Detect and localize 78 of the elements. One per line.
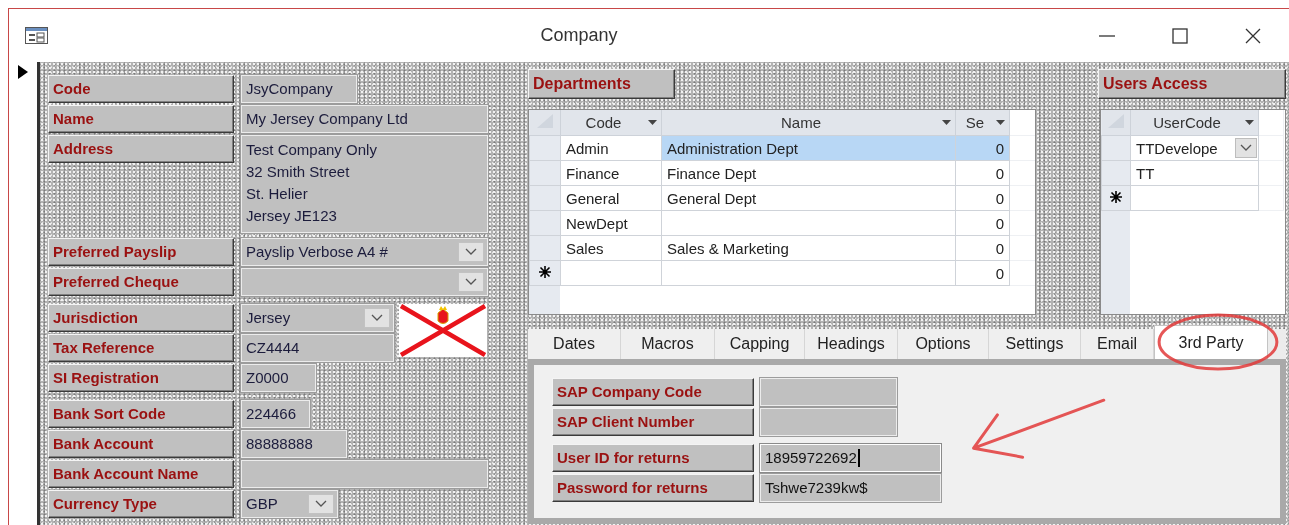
field-label: Name bbox=[48, 105, 234, 133]
text-field[interactable]: My Jersey Company Ltd bbox=[241, 105, 488, 133]
sort-caret-icon bbox=[648, 120, 657, 125]
chevron-down-icon bbox=[315, 500, 327, 508]
address-field[interactable]: Test Company Only 32 Smith Street St. Helier Jersey JE123 bbox=[241, 135, 488, 233]
column-header[interactable]: Name bbox=[661, 110, 956, 136]
field-label: Tax Reference bbox=[48, 334, 234, 362]
field-label: Bank Account bbox=[48, 430, 234, 458]
table-cell[interactable]: Finance bbox=[560, 160, 662, 186]
dropdown-button[interactable] bbox=[1235, 138, 1257, 158]
row-selector[interactable] bbox=[1101, 185, 1131, 211]
table-cell[interactable] bbox=[661, 210, 956, 236]
table-cell[interactable]: TT bbox=[1130, 160, 1259, 186]
text-field[interactable]: 18959722692 bbox=[760, 444, 941, 472]
table-cell[interactable]: Admin bbox=[560, 135, 662, 161]
table-cell[interactable]: Finance Dept bbox=[661, 160, 956, 186]
table-cell[interactable]: Administration Dept bbox=[661, 135, 956, 161]
flag-icon bbox=[399, 304, 487, 357]
table-cell[interactable] bbox=[560, 260, 662, 286]
chevron-down-icon bbox=[465, 248, 477, 256]
text-field[interactable]: Tshwe7239kw$ bbox=[760, 474, 941, 502]
chevron-down-icon bbox=[371, 314, 383, 322]
sort-caret-icon bbox=[942, 120, 951, 125]
sort-caret-icon bbox=[1245, 120, 1254, 125]
row-selector[interactable] bbox=[529, 260, 561, 286]
new-record-icon bbox=[1109, 189, 1123, 204]
field-label: Jurisdiction bbox=[48, 304, 234, 332]
combo-box[interactable]: Payslip Verbose A4 # bbox=[241, 238, 488, 266]
select-all-corner[interactable] bbox=[529, 110, 561, 136]
field-label: Bank Sort Code bbox=[48, 400, 234, 428]
field-label: Preferred Cheque bbox=[48, 268, 234, 296]
new-record-icon bbox=[538, 264, 552, 279]
field-label: SAP Client Number bbox=[552, 408, 754, 436]
tab[interactable]: 3rd Party bbox=[1154, 325, 1268, 359]
column-header[interactable]: Se bbox=[955, 110, 1010, 136]
column-header[interactable]: Code bbox=[560, 110, 662, 136]
field-label: SI Registration bbox=[48, 364, 234, 392]
field-label: Password for returns bbox=[552, 474, 754, 502]
field-label: Bank Account Name bbox=[48, 460, 234, 488]
window-title: Company bbox=[539, 25, 619, 46]
text-field[interactable]: JsyCompany bbox=[241, 75, 357, 103]
field-label: Currency Type bbox=[48, 490, 234, 518]
table-cell[interactable]: NewDept bbox=[560, 210, 662, 236]
column-header[interactable]: UserCode bbox=[1130, 110, 1259, 136]
sort-caret-icon bbox=[996, 120, 1005, 125]
form-icon bbox=[25, 27, 48, 44]
table-cell[interactable]: TTDevelope bbox=[1130, 135, 1259, 161]
record-pointer-icon bbox=[18, 65, 28, 79]
table-cell[interactable]: Sales & Marketing bbox=[661, 235, 956, 261]
select-all-corner[interactable] bbox=[1101, 110, 1131, 136]
table-cell[interactable]: General bbox=[560, 185, 662, 211]
field-label: Address bbox=[48, 135, 234, 163]
text-field[interactable]: Z0000 bbox=[241, 364, 316, 392]
text-field[interactable]: 88888888 bbox=[241, 430, 347, 458]
table-cell[interactable]: General Dept bbox=[661, 185, 956, 211]
section-label: Departments bbox=[528, 69, 675, 99]
text-field[interactable] bbox=[760, 408, 897, 436]
combo-box[interactable]: Jersey bbox=[241, 304, 394, 332]
text-cursor bbox=[857, 449, 860, 467]
table-cell[interactable] bbox=[661, 260, 956, 286]
combo-box[interactable] bbox=[241, 268, 488, 296]
chevron-down-icon bbox=[1240, 144, 1252, 152]
table-cell[interactable] bbox=[1130, 185, 1259, 211]
text-field[interactable] bbox=[760, 378, 897, 406]
field-label: User ID for returns bbox=[552, 444, 754, 472]
minimize-icon bbox=[1098, 34, 1115, 37]
table-cell[interactable]: Sales bbox=[560, 235, 662, 261]
text-field[interactable] bbox=[241, 460, 488, 488]
field-label: Preferred Payslip bbox=[48, 238, 234, 266]
field-label: SAP Company Code bbox=[552, 378, 754, 406]
text-field[interactable]: CZ4444 bbox=[241, 334, 394, 362]
chevron-down-icon bbox=[465, 278, 477, 286]
combo-box[interactable]: GBP bbox=[241, 490, 338, 518]
field-label: Code bbox=[48, 75, 234, 103]
close-icon bbox=[1244, 27, 1261, 44]
text-field[interactable]: 224466 bbox=[241, 400, 310, 428]
maximize-icon bbox=[1171, 27, 1188, 44]
section-label: Users Access bbox=[1098, 69, 1286, 99]
